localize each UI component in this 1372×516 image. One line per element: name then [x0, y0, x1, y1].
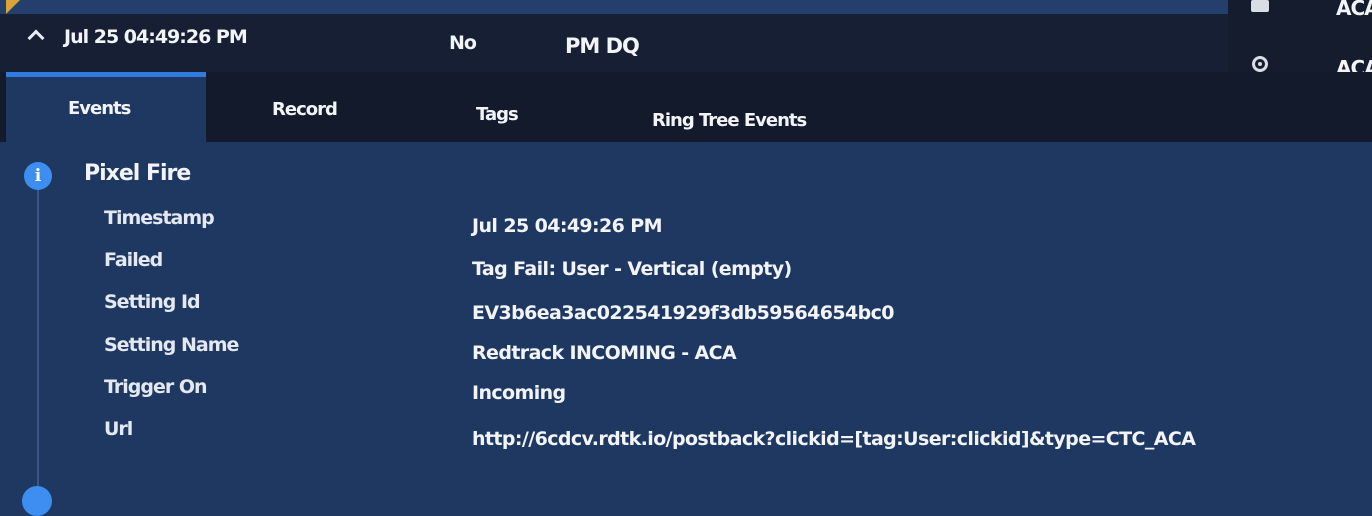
timeline-line [37, 190, 39, 486]
field-value-setting-name: Redtrack INCOMING - ACA [472, 342, 737, 364]
event-title[interactable]: Pixel Fire [84, 161, 191, 186]
square-icon[interactable] [1251, 0, 1269, 12]
field-value-trigger-on: Incoming [472, 382, 566, 404]
field-value-setting-id: EV3b6ea3ac022541929f3db59564654bc0 [472, 302, 894, 324]
tab-tags[interactable]: Tags [406, 72, 566, 142]
tab-tags-label: Tags [476, 104, 519, 125]
field-label-url: Url [104, 418, 133, 440]
field-label-trigger-on: Trigger On [104, 376, 208, 398]
top-strip [0, 0, 1372, 14]
field-value-failed: Tag Fail: User - Vertical (empty) [472, 258, 792, 280]
chevron-up-icon[interactable] [27, 29, 45, 47]
field-label-timestamp: Timestamp [104, 207, 215, 229]
field-value-url[interactable]: http://6cdcv.rdtk.io/postback?clickid=[t… [472, 428, 1196, 450]
tab-ring-tree-events-label: Ring Tree Events [652, 110, 807, 131]
right-label-top: ACA [1336, 0, 1372, 20]
info-icon: i [24, 162, 52, 190]
tab-events[interactable]: Events [6, 72, 206, 147]
field-value-timestamp: Jul 25 04:49:26 PM [472, 215, 663, 237]
field-label-failed: Failed [104, 249, 163, 271]
call-flag-value: No [449, 32, 477, 54]
tabs-bar: Events Record Tags Ring Tree Events [0, 72, 1372, 147]
field-label-setting-name: Setting Name [104, 334, 239, 356]
field-label-setting-id: Setting Id [104, 291, 201, 313]
gear-icon[interactable] [1252, 56, 1268, 72]
tab-ring-tree-events[interactable]: Ring Tree Events [566, 72, 886, 142]
tab-events-label: Events [68, 98, 131, 119]
tab-record[interactable]: Record [206, 72, 406, 142]
call-row[interactable]: Jul 25 04:49:26 PM No PM DQ [0, 14, 1372, 72]
tab-record-label: Record [272, 99, 338, 120]
next-event-icon [22, 486, 52, 516]
call-campaign-name: PM DQ [565, 34, 640, 58]
flag-marker-icon [6, 0, 20, 14]
call-timestamp: Jul 25 04:49:26 PM [64, 26, 248, 48]
